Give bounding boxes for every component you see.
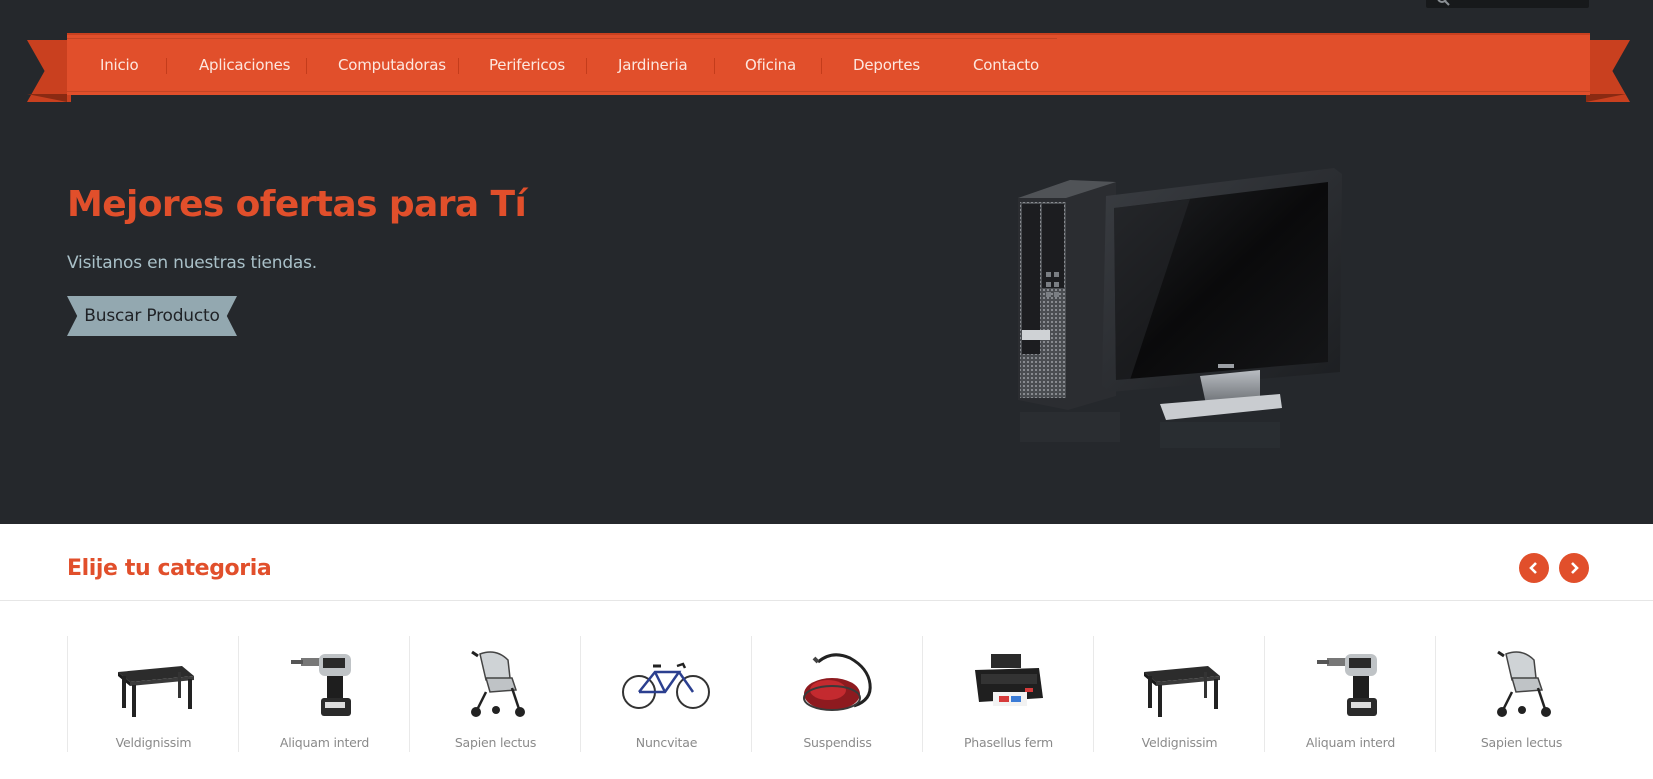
nav-separator — [458, 58, 459, 74]
bicycle-image — [622, 662, 710, 709]
chevron-right-icon — [1571, 562, 1579, 574]
categories-title: Elije tu categoria — [67, 556, 272, 581]
search-box[interactable] — [1426, 0, 1589, 8]
nav-item-aplicaciones[interactable]: Aplicaciones — [199, 35, 291, 95]
carousel-next-button[interactable] — [1559, 553, 1589, 583]
search-product-button[interactable]: Buscar Producto — [67, 296, 237, 336]
category-item[interactable]: Phasellus ferm — [922, 636, 1093, 752]
category-item[interactable]: Nuncvitae — [580, 636, 751, 752]
main-nav: Inicio Aplicaciones Computadoras Perifer… — [67, 33, 1590, 95]
hero-title: Mejores ofertas para Tí — [67, 184, 527, 225]
nav-separator — [306, 58, 307, 74]
category-label: Sapien lectus — [454, 735, 537, 750]
nav-item-jardineria[interactable]: Jardineria — [618, 35, 688, 95]
nav-separator — [714, 58, 715, 74]
nav-separator — [166, 58, 167, 74]
category-item[interactable]: Sapien lectus — [1435, 636, 1606, 752]
section-divider — [0, 600, 1653, 601]
search-icon — [1437, 0, 1450, 6]
category-item[interactable]: Veldignissim — [67, 636, 238, 752]
table-image — [118, 666, 194, 717]
hero-subtitle: Visitanos en nuestras tiendas. — [67, 253, 318, 273]
category-label: Aliquam interd — [1305, 735, 1396, 750]
nav-item-deportes[interactable]: Deportes — [853, 35, 920, 95]
drill-image — [291, 654, 351, 716]
stroller-image — [471, 650, 525, 717]
category-label: Veldignissim — [115, 735, 192, 750]
category-label: Phasellus ferm — [963, 735, 1054, 750]
table-image — [1144, 666, 1220, 717]
nav-item-perifericos[interactable]: Perifericos — [489, 35, 565, 95]
category-item[interactable]: Veldignissim — [1093, 636, 1264, 752]
carousel-prev-button[interactable] — [1519, 553, 1549, 583]
category-label: Suspendiss — [803, 735, 872, 750]
printer-image — [975, 654, 1043, 706]
desktop-computer-image — [1018, 168, 1342, 448]
vacuum-image — [803, 653, 872, 711]
drill-image — [1317, 654, 1377, 716]
stroller-image — [1497, 650, 1551, 717]
chevron-left-icon — [1529, 562, 1537, 574]
nav-item-inicio[interactable]: Inicio — [100, 35, 139, 95]
category-item[interactable]: Aliquam interd — [1264, 636, 1435, 752]
category-item[interactable]: Aliquam interd — [238, 636, 409, 752]
category-item[interactable]: Sapien lectus — [409, 636, 580, 752]
category-label: Aliquam interd — [279, 735, 370, 750]
nav-item-oficina[interactable]: Oficina — [745, 35, 796, 95]
nav-item-contacto[interactable]: Contacto — [973, 35, 1039, 95]
nav-separator — [586, 58, 587, 74]
category-label: Veldignissim — [1141, 735, 1218, 750]
category-label: Sapien lectus — [1480, 735, 1563, 750]
category-item[interactable]: Suspendiss — [751, 636, 922, 752]
category-label: Nuncvitae — [635, 735, 698, 750]
nav-separator — [821, 58, 822, 74]
nav-item-computadoras[interactable]: Computadoras — [338, 35, 446, 95]
